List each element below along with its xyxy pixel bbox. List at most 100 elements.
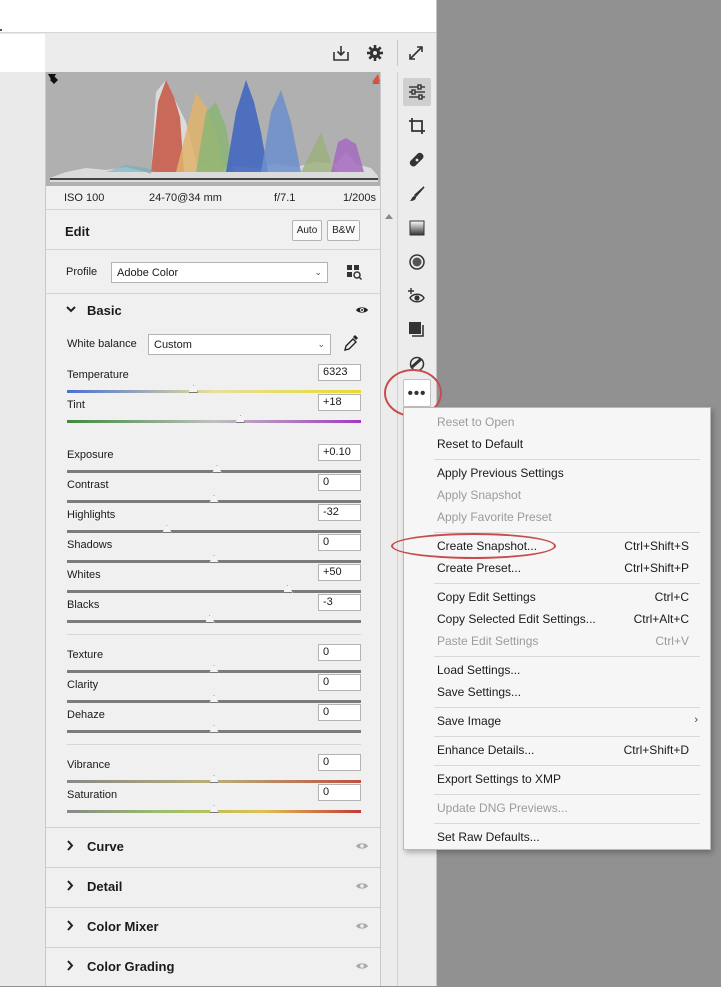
slider-value-input[interactable]: 0 <box>318 474 361 491</box>
menu-item-apply-previous-settings[interactable]: Apply Previous Settings <box>404 463 710 483</box>
eye-icon[interactable] <box>355 920 369 934</box>
menu-item-create-preset[interactable]: Create Preset... Ctrl+Shift+P <box>404 558 710 578</box>
menu-separator <box>434 794 700 795</box>
slider-track[interactable] <box>67 420 361 423</box>
fullscreen-icon[interactable] <box>405 42 427 64</box>
slider-value-input[interactable]: +18 <box>318 394 361 411</box>
snapshots-icon[interactable] <box>403 316 431 344</box>
aperture-value: f/7.1 <box>274 191 296 204</box>
menu-item-label: Paste Edit Settings <box>437 634 539 648</box>
slider-thumb[interactable] <box>209 555 219 563</box>
menu-item-save-settings[interactable]: Save Settings... <box>404 682 710 702</box>
panel-scrollbar[interactable] <box>381 72 396 986</box>
menu-separator <box>434 459 700 460</box>
slider-value-input[interactable]: 0 <box>318 534 361 551</box>
menu-item-set-raw-defaults[interactable]: Set Raw Defaults... <box>404 827 710 847</box>
menu-item-copy-selected-edit-settings[interactable]: Copy Selected Edit Settings... Ctrl+Alt+C <box>404 609 710 629</box>
radial-gradient-icon[interactable] <box>403 248 431 276</box>
section-color-grading[interactable]: Color Grading <box>46 947 380 987</box>
menu-item-copy-edit-settings[interactable]: Copy Edit Settings Ctrl+C <box>404 587 710 607</box>
profile-browser-icon[interactable] <box>346 264 363 283</box>
menu-item-label: Set Raw Defaults... <box>437 830 540 844</box>
white-balance-value: Custom <box>154 338 192 351</box>
slider-thumb[interactable] <box>211 465 222 473</box>
linear-gradient-icon[interactable] <box>403 214 431 242</box>
edit-sliders-icon[interactable] <box>403 78 431 106</box>
menu-item-label: Reset to Open <box>437 415 515 429</box>
slider-label: Contrast <box>67 479 109 491</box>
scroll-up-icon[interactable] <box>385 214 393 219</box>
menu-separator <box>434 656 700 657</box>
slider-track[interactable] <box>67 590 361 593</box>
eyedropper-icon[interactable] <box>343 334 359 355</box>
slider-thumb[interactable] <box>209 665 219 673</box>
slider-value-input[interactable]: +0.10 <box>318 444 361 461</box>
more-options-button[interactable]: ••• <box>403 379 431 407</box>
slider-value-input[interactable]: +50 <box>318 564 361 581</box>
section-color-mixer[interactable]: Color Mixer <box>46 907 380 947</box>
profile-value: Adobe Color <box>117 266 179 279</box>
slider-track[interactable] <box>67 390 361 393</box>
slider-thumb[interactable] <box>235 415 246 423</box>
chevron-right-icon <box>66 920 74 934</box>
section-curve[interactable]: Curve <box>46 827 380 867</box>
slider-thumb[interactable] <box>209 695 219 703</box>
menu-item-label: Export Settings to XMP <box>437 772 562 786</box>
slider-thumb[interactable] <box>209 495 219 503</box>
slider-thumb[interactable] <box>209 805 219 813</box>
gear-icon[interactable] <box>364 42 386 64</box>
section-curve-label: Curve <box>87 839 124 854</box>
menu-item-enhance-details[interactable]: Enhance Details... Ctrl+Shift+D <box>404 740 710 760</box>
slider-value-input[interactable]: 0 <box>318 754 361 771</box>
slider-value-input[interactable]: 0 <box>318 784 361 801</box>
slider-value-input[interactable]: 6323 <box>318 364 361 381</box>
slider-value-input[interactable]: 0 <box>318 674 361 691</box>
slider-label: Blacks <box>67 599 100 611</box>
profile-select[interactable]: Adobe Color ⌄ <box>111 262 328 283</box>
slider-thumb[interactable] <box>209 725 219 733</box>
white-balance-select[interactable]: Custom ⌄ <box>148 334 331 355</box>
basic-header[interactable]: Basic <box>46 294 380 328</box>
healing-icon[interactable] <box>403 146 431 174</box>
slider-thumb[interactable] <box>282 585 293 593</box>
menu-item-label: Apply Snapshot <box>437 488 522 502</box>
eye-icon[interactable] <box>355 960 369 974</box>
slider-thumb[interactable] <box>188 385 199 393</box>
chevron-down-icon <box>66 303 76 317</box>
slider-thumb[interactable] <box>209 775 219 783</box>
red-eye-icon[interactable] <box>403 282 431 310</box>
eye-icon[interactable] <box>355 880 369 894</box>
slider-value-input[interactable]: -3 <box>318 594 361 611</box>
brush-icon[interactable] <box>403 180 431 208</box>
menu-item-export-settings-to-xmp[interactable]: Export Settings to XMP <box>404 769 710 789</box>
menu-item-save-image[interactable]: Save Image › <box>404 711 710 731</box>
lens-value: 24-70@34 mm <box>149 191 222 204</box>
eye-icon[interactable] <box>355 840 369 854</box>
white-balance-row: White balance Custom ⌄ <box>46 328 380 362</box>
slider-thumb[interactable] <box>161 525 172 533</box>
menu-item-load-settings[interactable]: Load Settings... <box>404 660 710 680</box>
save-download-icon[interactable] <box>330 42 352 64</box>
menu-item-label: Apply Favorite Preset <box>437 510 552 524</box>
menu-item-apply-snapshot: Apply Snapshot <box>404 485 710 505</box>
section-detail[interactable]: Detail <box>46 867 380 907</box>
chevron-right-icon <box>66 960 74 974</box>
slider-thumb[interactable] <box>204 615 215 623</box>
edit-title: Edit <box>65 224 90 239</box>
slider-value-input[interactable]: 0 <box>318 644 361 661</box>
slider-value-input[interactable]: -32 <box>318 504 361 521</box>
chevron-down-icon: ⌄ <box>314 267 322 277</box>
slider-value-input[interactable]: 0 <box>318 704 361 721</box>
crop-icon[interactable] <box>403 112 431 140</box>
eye-icon[interactable] <box>355 304 369 318</box>
menu-item-reset-to-default[interactable]: Reset to Default <box>404 434 710 454</box>
slider-track[interactable] <box>67 530 361 533</box>
bw-button[interactable]: B&W <box>327 220 360 241</box>
menu-item-paste-edit-settings: Paste Edit Settings Ctrl+V <box>404 631 710 651</box>
section-color-mixer-label: Color Mixer <box>87 919 159 934</box>
chevron-right-icon <box>66 880 74 894</box>
slider-label: Clarity <box>67 679 99 691</box>
slider-label: Shadows <box>67 539 113 551</box>
menu-item-shortcut: Ctrl+V <box>655 634 689 648</box>
auto-button[interactable]: Auto <box>292 220 322 241</box>
